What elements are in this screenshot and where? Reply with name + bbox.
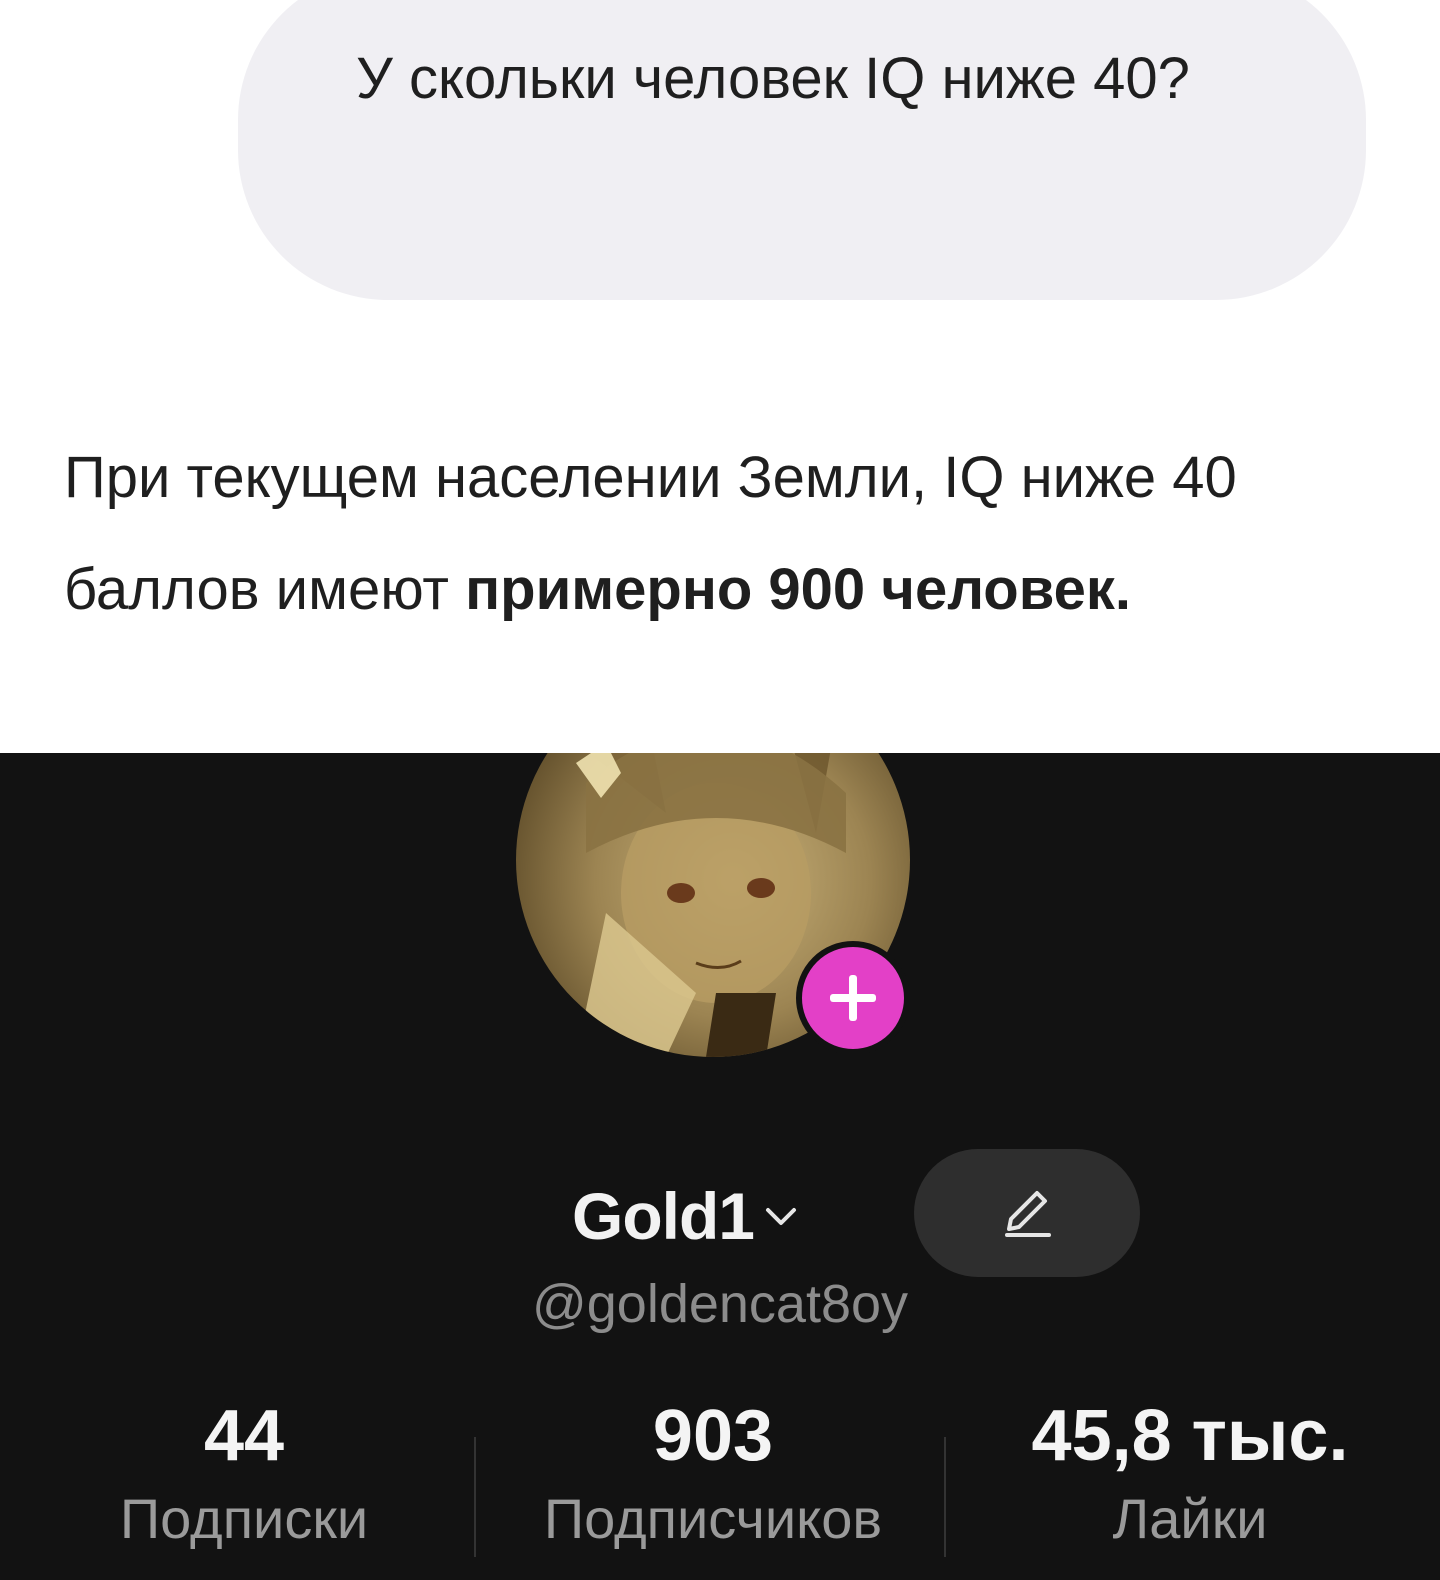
profile-screen: Gold1 @goldencat8oy 44 Подписки 903 Подп… — [0, 753, 1440, 1580]
stat-following-value: 44 — [203, 1396, 285, 1476]
stat-followers-value: 903 — [652, 1396, 774, 1476]
stat-following[interactable]: 44 Подписки — [84, 1393, 404, 1559]
account-switcher[interactable]: Gold1 — [572, 1171, 800, 1261]
stat-followers[interactable]: 903 Подписчиков — [478, 1393, 948, 1559]
stat-following-label: Подписки — [119, 1487, 369, 1550]
chevron-down-icon — [766, 1208, 797, 1225]
profile-handle: @goldencat8oy — [531, 1274, 909, 1334]
pencil-icon — [1005, 1191, 1051, 1237]
add-story-button[interactable] — [796, 941, 910, 1055]
chat-screen: У скольки человек IQ ниже 40? При текуще… — [0, 0, 1440, 753]
profile-stats: 44 Подписки 903 Подписчиков 45,8 тыс. Ла… — [0, 1393, 1440, 1573]
user-message-text: У скольки человек IQ ниже 40? — [356, 46, 1190, 111]
stats-divider — [944, 1437, 946, 1557]
edit-profile-button[interactable] — [914, 1149, 1140, 1277]
stat-likes-label: Лайки — [1112, 1487, 1268, 1550]
ai-answer-text: При текущем населении Земли, IQ ниже 40 … — [64, 422, 1384, 646]
profile-display-name: Gold1 — [572, 1179, 755, 1253]
plus-icon — [830, 975, 876, 1021]
stat-likes[interactable]: 45,8 тыс. Лайки — [980, 1393, 1400, 1559]
ai-answer-bold: примерно 900 человек. — [465, 557, 1132, 622]
stat-followers-label: Подписчиков — [543, 1487, 883, 1550]
stat-likes-value: 45,8 тыс. — [1031, 1396, 1349, 1476]
stats-divider — [474, 1437, 476, 1557]
